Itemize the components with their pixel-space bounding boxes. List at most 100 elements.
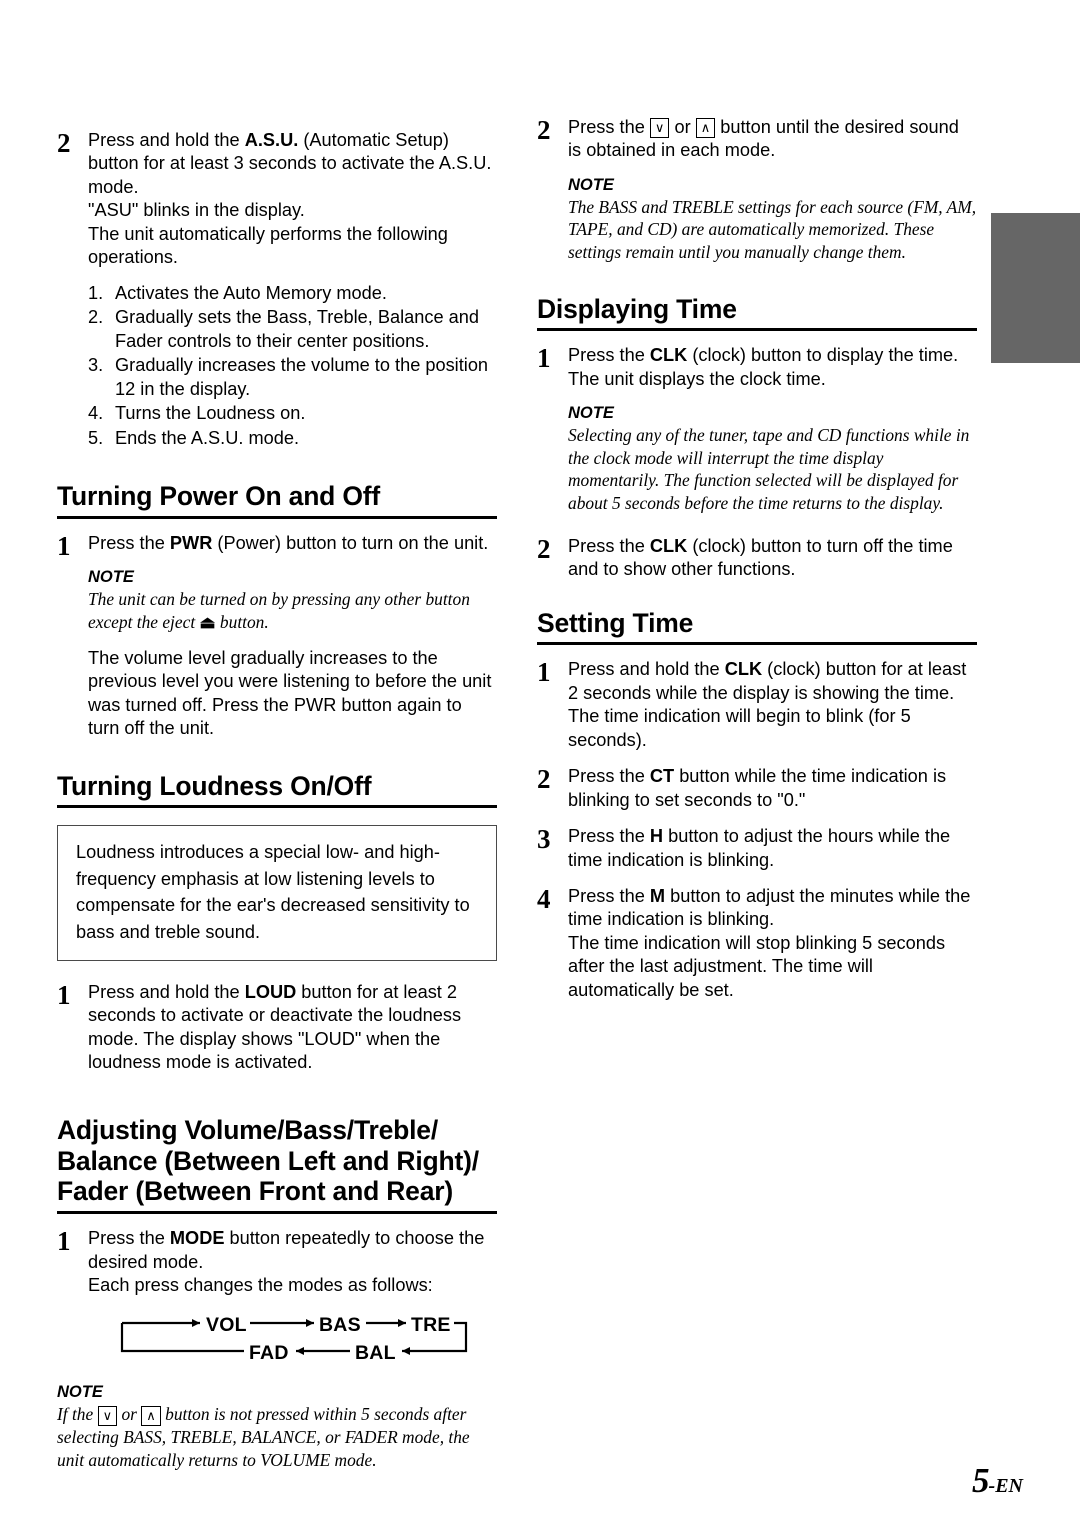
list-text: Activates the Auto Memory mode. bbox=[115, 282, 387, 303]
key-up-icon: ∧ bbox=[141, 1406, 161, 1427]
step-setting-1: 1 Press and hold the CLK (clock) button … bbox=[537, 658, 977, 752]
mode-label-tre: TRE bbox=[409, 1313, 453, 1339]
text-before-bold: Press the bbox=[568, 766, 650, 787]
heading-rule bbox=[57, 1211, 497, 1215]
button-name-mode: MODE bbox=[169, 1228, 225, 1249]
step-display-2: 2 Press the CLK (clock) button to turn o… bbox=[537, 535, 977, 582]
heading-rule bbox=[57, 805, 497, 809]
mode-label-vol: VOL bbox=[204, 1313, 249, 1339]
setting-step1-line: Press and hold the CLK (clock) button fo… bbox=[568, 658, 977, 705]
list-text: Gradually increases the volume to the po… bbox=[115, 355, 489, 399]
step-text: Press the M button to adjust the minutes… bbox=[568, 885, 977, 1002]
note-text-part2: button. bbox=[215, 611, 269, 632]
list-marker: 3. bbox=[88, 355, 104, 376]
note-label: NOTE bbox=[568, 404, 614, 423]
step-text: Press the ∨ or ∧ button until the desire… bbox=[568, 116, 977, 264]
note-bass-treble: NOTE The BASS and TREBLE settings for ea… bbox=[568, 176, 977, 264]
setting-step4-line-2: The time indication will stop blinking 5… bbox=[568, 932, 946, 1000]
loudness-step-line: Press and hold the LOUD button for at le… bbox=[88, 981, 497, 1075]
step-setting-2: 2 Press the CT button while the time ind… bbox=[537, 765, 977, 812]
list-text: Ends the A.S.U. mode. bbox=[115, 427, 299, 448]
note-adjusting: NOTE If the ∨ or ∧ button is not pressed… bbox=[57, 1383, 497, 1471]
section-turning-loudness: Turning Loudness On/Off Loudness introdu… bbox=[57, 771, 497, 1075]
note-text: Selecting any of the tuner, tape and CD … bbox=[568, 425, 970, 513]
step-number: 1 bbox=[57, 979, 71, 1010]
mode-label-fad: FAD bbox=[247, 1341, 291, 1367]
eject-icon: ⏏ bbox=[199, 612, 216, 632]
step-number: 1 bbox=[537, 343, 551, 374]
text-before-bold: Press the bbox=[568, 886, 650, 906]
display-step2-line: Press the CLK (clock) button to turn off… bbox=[568, 535, 977, 582]
text-part2: or bbox=[669, 117, 696, 137]
display-step-line: Press the CLK (clock) button to display … bbox=[568, 344, 977, 391]
list-marker: 2. bbox=[88, 307, 104, 328]
section-turning-power: Turning Power On and Off 1 Press the PWR… bbox=[57, 481, 497, 741]
mode-label-bas: BAS bbox=[317, 1313, 363, 1339]
text-part1: Press the bbox=[568, 117, 650, 137]
text-before-bold: Press the bbox=[88, 1228, 170, 1249]
section-heading: Adjusting Volume/Bass/Treble/ Balance (B… bbox=[57, 1115, 497, 1207]
step-text: Press the PWR (Power) button to turn on … bbox=[88, 532, 497, 741]
step-sound-2: 2 Press the ∨ or ∧ button until the desi… bbox=[537, 116, 977, 264]
text-before-bold: Press the bbox=[568, 826, 650, 847]
list-text: Turns the Loudness on. bbox=[115, 403, 306, 424]
button-name-h: H bbox=[649, 826, 664, 847]
step-text: Press the H button to adjust the hours w… bbox=[568, 825, 977, 872]
step-number: 2 bbox=[537, 115, 551, 145]
note-label: NOTE bbox=[88, 568, 134, 587]
key-down-icon: ∨ bbox=[649, 118, 670, 138]
note-displaying-time: NOTE Selecting any of the tuner, tape an… bbox=[568, 404, 977, 514]
list-marker: 4. bbox=[88, 403, 104, 424]
text-before-bold: Press and hold the bbox=[88, 981, 245, 1002]
step-setting-4: 4 Press the M button to adjust the minut… bbox=[537, 885, 977, 1002]
loudness-description-box: Loudness introduces a special low- and h… bbox=[57, 825, 497, 961]
note-text: The BASS and TREBLE settings for each so… bbox=[568, 196, 977, 262]
list-marker: 5. bbox=[88, 427, 104, 448]
button-name-clk: CLK bbox=[649, 345, 688, 366]
note-label: NOTE bbox=[568, 175, 614, 194]
setting-step1-line-2: The time indication will begin to blink … bbox=[568, 706, 911, 750]
button-name-ct: CT bbox=[649, 766, 675, 787]
setting-step4-line: Press the M button to adjust the minutes… bbox=[568, 885, 977, 932]
page-folio: 5-EN bbox=[972, 1461, 1023, 1501]
text-before-bold: Press the bbox=[88, 532, 170, 553]
step-text: Press and hold the LOUD button for at le… bbox=[88, 981, 497, 1075]
step-setting-3: 3 Press the H button to adjust the hours… bbox=[537, 825, 977, 872]
list-marker: 1. bbox=[88, 282, 104, 303]
step-number: 2 bbox=[537, 764, 551, 795]
step-power-1: 1 Press the PWR (Power) button to turn o… bbox=[57, 532, 497, 741]
asu-line-1: Press and hold the A.S.U. (Automatic Set… bbox=[88, 130, 492, 197]
text-after-bold: (Power) button to turn on the unit. bbox=[212, 532, 489, 553]
mode-cycle-diagram: VOL BAS TRE FAD BAL bbox=[118, 1311, 470, 1367]
asu-line-3: The unit automatically performs the foll… bbox=[88, 223, 448, 268]
list-text: Gradually sets the Bass, Treble, Balance… bbox=[115, 307, 479, 351]
folio-number: 5 bbox=[972, 1461, 989, 1500]
text-before-bold: Press and hold the bbox=[568, 659, 725, 680]
step-text: Press the MODE button repeatedly to choo… bbox=[57, 1227, 497, 1471]
power-step-line: Press the PWR (Power) button to turn on … bbox=[88, 532, 497, 555]
step-adjusting-1: 1 Press the MODE button repeatedly to ch… bbox=[57, 1227, 497, 1471]
step-number: 2 bbox=[57, 128, 71, 158]
note-text-part1: The unit can be turned on by pressing an… bbox=[88, 589, 470, 632]
mode-label-bal: BAL bbox=[353, 1341, 398, 1367]
note-text: The unit can be turned on by pressing an… bbox=[88, 588, 497, 634]
text-before-bold: Press the bbox=[568, 345, 650, 366]
step-number: 1 bbox=[537, 657, 551, 688]
note-label: NOTE bbox=[57, 1383, 103, 1402]
heading-line-2: Balance (Between Left and Right)/ bbox=[57, 1145, 479, 1176]
note-text-part2: or bbox=[117, 1404, 142, 1425]
section-heading: Setting Time bbox=[537, 607, 694, 638]
heading-rule bbox=[537, 328, 977, 332]
power-paragraph: The volume level gradually increases to … bbox=[88, 647, 492, 739]
setting-step2-line: Press the CT button while the time indic… bbox=[568, 765, 977, 812]
right-column: 2 Press the ∨ or ∧ button until the desi… bbox=[537, 116, 977, 1472]
step-text: Press and hold the CLK (clock) button fo… bbox=[568, 658, 977, 752]
note-power: NOTE The unit can be turned on by pressi… bbox=[88, 568, 497, 634]
setting-step3-line: Press the H button to adjust the hours w… bbox=[568, 825, 977, 872]
heading-rule bbox=[57, 515, 497, 519]
list-item: 3. Gradually increases the volume to the… bbox=[88, 354, 497, 401]
key-down-icon: ∨ bbox=[97, 1406, 118, 1427]
step-display-1: 1 Press the CLK (clock) button to displa… bbox=[537, 344, 977, 514]
loudness-description: Loudness introduces a special low- and h… bbox=[76, 842, 470, 942]
step-number: 1 bbox=[57, 530, 71, 561]
